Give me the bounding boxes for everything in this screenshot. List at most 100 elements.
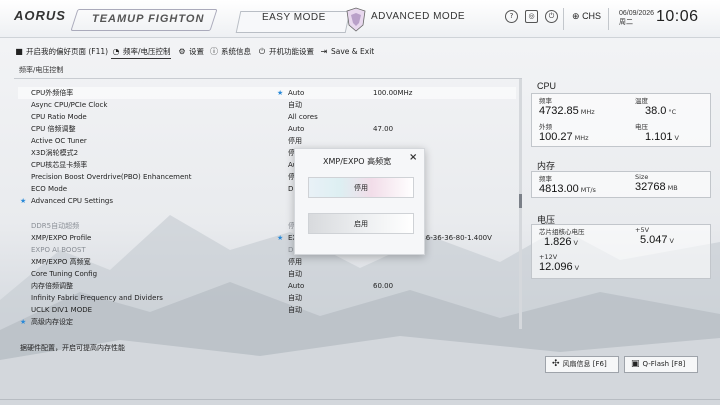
setting-label: Active OC Tuner	[31, 137, 87, 145]
setting-row[interactable]: CPU核芯显卡频率 Auto	[18, 159, 516, 171]
setting-label: ECO Mode	[31, 185, 68, 193]
speedometer-icon: ◔	[112, 47, 120, 56]
setting-label: Async CPU/PCIe Clock	[31, 101, 108, 109]
setting-label: Precision Boost Overdrive(PBO) Enhanceme…	[31, 173, 192, 181]
setting-row[interactable]: Precision Boost Overdrive(PBO) Enhanceme…	[18, 171, 516, 183]
setting-row[interactable]: Core Tuning Config 自动	[18, 268, 516, 280]
setting-value[interactable]: 自动	[288, 292, 302, 304]
setting-row[interactable]: XMP/EXPO Profile ★ EXPO I 6000-36-36-36-…	[18, 232, 516, 244]
setting-value[interactable]: 停用	[288, 256, 302, 268]
setting-label: Advanced CPU Settings	[31, 197, 113, 205]
setting-row: DDR5自动超频 停用	[18, 220, 516, 232]
cpu-temp-value: 38.0	[645, 105, 667, 117]
cpu-voltage-label: 电压	[635, 123, 648, 131]
qflash-button[interactable]: ▣ Q-Flash [F8]	[624, 356, 698, 373]
exit-icon: ⇥	[320, 47, 328, 56]
gear-icon: ⚙	[178, 47, 186, 56]
dialog-option-disable[interactable]: 停用	[308, 177, 414, 198]
setting-readout: 60.00	[373, 282, 394, 290]
submenu-advanced-cpu[interactable]: ★ Advanced CPU Settings	[18, 195, 516, 207]
cpu-voltage: 电压 1.101 V	[635, 121, 679, 143]
setting-row[interactable]: CPU 倍频调整 Auto 47.00	[18, 123, 516, 135]
setting-value[interactable]: 停用	[288, 135, 302, 147]
memory-freq-label: 频率	[539, 175, 552, 183]
easy-mode-tab[interactable]: EASY MODE	[235, 11, 351, 33]
weekday-text: 周二	[619, 19, 633, 26]
header-bar: AORUS TEAMUP FIGHTON EASY MODE ADVANCED …	[0, 0, 720, 38]
tab-system-info[interactable]: ⓘ 系统信息	[209, 45, 251, 59]
setting-row[interactable]: CPU外频倍率 ★ Auto 100.00MHz	[18, 87, 516, 99]
memory-size-unit: MB	[667, 184, 678, 192]
setting-row[interactable]: CPU Ratio Mode All cores	[18, 111, 516, 123]
date-text: 06/09/2026	[619, 10, 655, 17]
setting-row[interactable]: Active OC Tuner 停用	[18, 135, 516, 147]
setting-row[interactable]: Async CPU/PCIe Clock 自动	[18, 99, 516, 111]
cpu-monitor-box: 频率 4732.85 MHz 温度 38.0 °C 外频 100.27 MHz 电压 …	[531, 93, 711, 147]
power-icon: ⏻	[258, 47, 266, 56]
tab-boot[interactable]: ⏻ 开机功能设置	[257, 45, 314, 59]
plus5v: +5V 5.047 V	[635, 226, 674, 246]
setting-row[interactable]: ECO Mode Disabled	[18, 183, 516, 195]
advanced-mode-label: ADVANCED MODE	[371, 11, 466, 22]
fan-info-label: 风扇信息 [F6]	[562, 360, 607, 368]
language-label: CHS	[582, 11, 602, 21]
memory-size-value: 32768	[635, 181, 666, 193]
setting-row[interactable]: X3D涡轮模式2 停用	[18, 147, 516, 159]
voltage-monitor-box: 芯片组核心电压 1.826 V +5V 5.047 V +12V 12.096 V	[531, 224, 711, 279]
chipset-voltage-value: 1.826	[544, 236, 572, 248]
star-icon: ★	[277, 89, 284, 97]
setting-label: 高级内存设定	[31, 318, 73, 326]
setting-value[interactable]: Auto	[288, 123, 304, 135]
tab-tweaker[interactable]: ◔ 频率/电压控制	[111, 45, 171, 59]
setting-value[interactable]: All cores	[288, 111, 318, 123]
help-icon[interactable]: ?	[505, 10, 518, 23]
setting-value[interactable]: 自动	[288, 99, 302, 111]
easy-mode-label: EASY MODE	[262, 12, 326, 23]
setting-row[interactable]: UCLK DIV1 MODE 自动	[18, 304, 516, 316]
submenu-advanced-memory[interactable]: ★ 高级内存设定	[18, 316, 516, 328]
tab-label: 频率/电压控制	[123, 47, 171, 56]
setting-label: CPU外频倍率	[31, 89, 74, 97]
tab-settings[interactable]: ⚙ 设置	[177, 45, 204, 59]
clock: 10:06	[656, 8, 699, 25]
advanced-mode-tab[interactable]: ADVANCED MODE	[345, 7, 480, 33]
setting-label: UCLK DIV1 MODE	[31, 306, 93, 314]
aorus-badge-icon	[346, 7, 366, 32]
setting-value[interactable]: 自动	[288, 268, 302, 280]
setting-value[interactable]: Auto	[288, 87, 304, 99]
setting-label: DDR5自动超频	[31, 222, 80, 230]
setting-row[interactable]: XMP/EXPO 高频宽 停用	[18, 256, 516, 268]
setting-label: X3D涡轮模式2	[31, 149, 79, 157]
tab-label: 开机功能设置	[269, 47, 314, 56]
tab-favorites[interactable]: ■ 开启我的偏好页面 (F11)	[14, 45, 108, 59]
dialog-option-enable[interactable]: 启用	[308, 213, 414, 234]
screenshot-icon[interactable]: ◎	[525, 10, 538, 23]
cpu-section-title: CPU	[537, 81, 557, 91]
close-icon[interactable]: ×	[409, 152, 417, 163]
language-selector[interactable]: ⊕ CHS	[572, 11, 601, 22]
tab-label: 开启我的偏好页面 (F11)	[26, 47, 109, 56]
fan-icon: ✣	[552, 359, 560, 369]
memory-monitor-box: 频率 4813.00 MT/s Size 32768 MB	[531, 171, 711, 198]
date-display: 06/09/2026 周二	[619, 9, 654, 27]
header-divider	[563, 8, 564, 30]
fan-info-button[interactable]: ✣ 风扇信息 [F6]	[545, 356, 619, 373]
power-icon[interactable]: ⏻	[545, 10, 558, 23]
aorus-logo: AORUS	[14, 8, 66, 23]
cpu-freq-label: 频率	[539, 97, 552, 105]
cpu-bclk-label: 外频	[539, 123, 552, 131]
globe-icon: ⊕	[572, 11, 580, 21]
tab-label: Save & Exit	[331, 47, 375, 56]
setting-value[interactable]: 自动	[288, 304, 302, 316]
setting-label: Infinity Fabric Frequency and Dividers	[31, 294, 163, 302]
setting-row[interactable]: 内存倍频调整 Auto 60.00	[18, 280, 516, 292]
setting-row[interactable]: Infinity Fabric Frequency and Dividers 自…	[18, 292, 516, 304]
scrollbar-thumb[interactable]	[519, 194, 522, 208]
setting-row: EXPO AI BOOST Disabled	[18, 244, 516, 256]
memory-size-label: Size	[635, 173, 649, 181]
chipset-voltage-label: 芯片组核心电压	[539, 228, 585, 236]
star-icon: ★	[20, 197, 27, 205]
tab-save-exit[interactable]: ⇥ Save & Exit	[319, 45, 375, 59]
star-icon: ★	[20, 318, 27, 326]
setting-value[interactable]: Auto	[288, 280, 304, 292]
